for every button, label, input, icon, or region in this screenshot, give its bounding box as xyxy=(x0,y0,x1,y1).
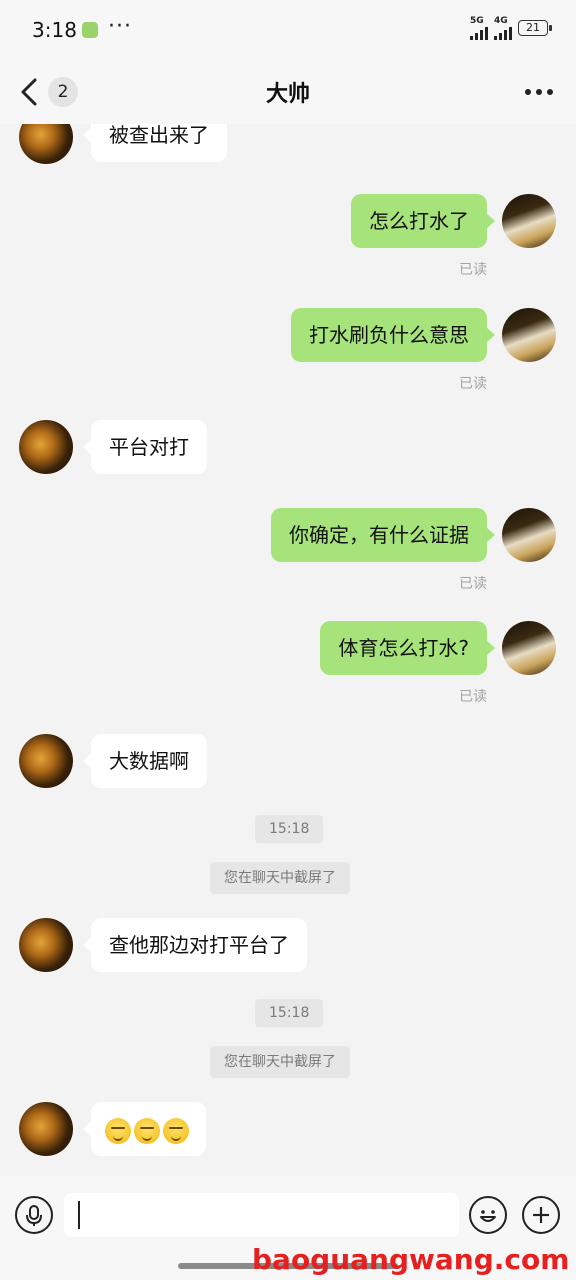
contact-avatar[interactable] xyxy=(19,420,73,474)
message-bubble[interactable]: 平台对打 xyxy=(83,420,207,474)
message-bubble[interactable]: 查他那边对打平台了 xyxy=(83,918,307,972)
contact-avatar[interactable] xyxy=(19,918,73,972)
emoji-button[interactable] xyxy=(469,1196,507,1234)
timestamp: 15:18 xyxy=(255,815,324,843)
grimace-face-icon xyxy=(134,1117,160,1144)
message-row: 体育怎么打水? 已读 xyxy=(0,621,576,711)
more-dots-icon[interactable] xyxy=(522,80,556,104)
signal-5g: 5G xyxy=(470,16,488,40)
self-avatar[interactable] xyxy=(502,194,556,248)
more-functions-button[interactable] xyxy=(522,1196,560,1234)
chat-title: 大帅 xyxy=(265,82,310,107)
message-row: 怎么打水了 已读 xyxy=(0,194,576,284)
message-bubble[interactable]: 打水刷负什么意思 xyxy=(291,308,495,362)
signal-5g-label: 5G xyxy=(470,16,484,26)
message-row: 你确定，有什么证据 已读 xyxy=(0,508,576,598)
watermark: baoguangwang.com xyxy=(252,1243,570,1276)
message-row: 打水刷负什么意思 已读 xyxy=(0,308,576,398)
read-status: 已读 xyxy=(459,576,487,592)
contact-avatar[interactable] xyxy=(19,1102,73,1156)
signal-bars-icon xyxy=(494,26,512,40)
read-status: 已读 xyxy=(459,376,487,392)
read-status: 已读 xyxy=(459,689,487,705)
message-bubble[interactable]: 被查出来了 xyxy=(83,124,227,162)
microphone-icon xyxy=(26,1205,42,1226)
self-avatar[interactable] xyxy=(502,308,556,362)
signal-bars-icon xyxy=(470,26,488,40)
contact-avatar[interactable] xyxy=(19,734,73,788)
self-avatar[interactable] xyxy=(502,508,556,562)
message-list[interactable]: 被查出来了 怎么打水了 已读 打水刷负什么意思 已读 平台对打 你确定，有什么证… xyxy=(0,124,576,1176)
smiley-icon xyxy=(480,1210,496,1222)
screenshot-notice: 您在聊天中截屏了 xyxy=(210,1046,350,1078)
battery-icon: 21 xyxy=(518,20,552,36)
status-indicators: 5G 4G 21 xyxy=(470,16,552,40)
chat-header: 2 大帅 xyxy=(0,62,576,124)
plus-icon xyxy=(533,1207,549,1223)
message-input[interactable] xyxy=(64,1193,459,1237)
signal-4g: 4G xyxy=(494,16,512,40)
message-bubble[interactable]: 大数据啊 xyxy=(83,734,207,788)
self-avatar[interactable] xyxy=(502,621,556,675)
grimace-face-icon xyxy=(163,1117,189,1144)
screenshot-notice: 您在聊天中截屏了 xyxy=(210,862,350,894)
message-row: 查他那边对打平台了 xyxy=(0,918,576,974)
status-time: 3:18 xyxy=(32,18,77,42)
message-bubble[interactable]: 怎么打水了 xyxy=(351,194,495,248)
wechat-notification-icon xyxy=(82,22,98,38)
read-status: 已读 xyxy=(459,262,487,278)
message-bubble[interactable]: 体育怎么打水? xyxy=(320,621,495,675)
status-bar: 3:18 ··· 5G 4G 21 xyxy=(0,0,576,62)
voice-input-button[interactable] xyxy=(15,1196,53,1234)
signal-4g-label: 4G xyxy=(494,16,508,26)
message-row xyxy=(0,1102,576,1158)
contact-avatar[interactable] xyxy=(19,124,73,164)
emoji-message-bubble[interactable] xyxy=(83,1102,206,1156)
message-row: 被查出来了 xyxy=(0,124,576,164)
message-row: 大数据啊 xyxy=(0,734,576,790)
text-caret xyxy=(78,1201,80,1229)
message-row: 平台对打 xyxy=(0,420,576,476)
more-notifications-indicator: ··· xyxy=(108,14,132,39)
timestamp: 15:18 xyxy=(255,999,324,1027)
message-bubble[interactable]: 你确定，有什么证据 xyxy=(271,508,495,562)
grimace-face-icon xyxy=(105,1117,131,1144)
